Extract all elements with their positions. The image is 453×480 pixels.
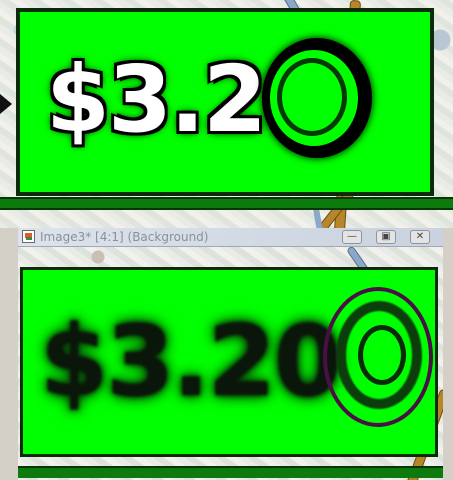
window-title: Image3* [4:1] (Background) (40, 230, 209, 244)
image-window[interactable]: Image3* [4:1] (Background) — ▣ ✕ $3.20 (18, 228, 443, 480)
background-canvas[interactable]: $3.20 (0, 0, 453, 228)
close-button[interactable]: ✕ (410, 230, 430, 244)
pointer-tab-icon (0, 94, 12, 114)
price-text-blurred: $3.20 (40, 305, 342, 419)
minimize-icon: — (347, 231, 357, 242)
maximize-icon: ▣ (381, 231, 391, 242)
minimize-button[interactable]: — (342, 230, 362, 244)
o-mark-ring (277, 58, 347, 136)
window-titlebar[interactable]: Image3* [4:1] (Background) — ▣ ✕ (18, 228, 443, 247)
image-document-icon[interactable] (22, 230, 35, 243)
o-mark-inner (358, 325, 406, 385)
close-icon: ✕ (415, 231, 425, 242)
sign-baseline (18, 466, 443, 478)
sign-baseline (0, 197, 453, 210)
image-canvas[interactable]: $3.20 (18, 247, 443, 480)
maximize-button[interactable]: ▣ (376, 230, 396, 244)
